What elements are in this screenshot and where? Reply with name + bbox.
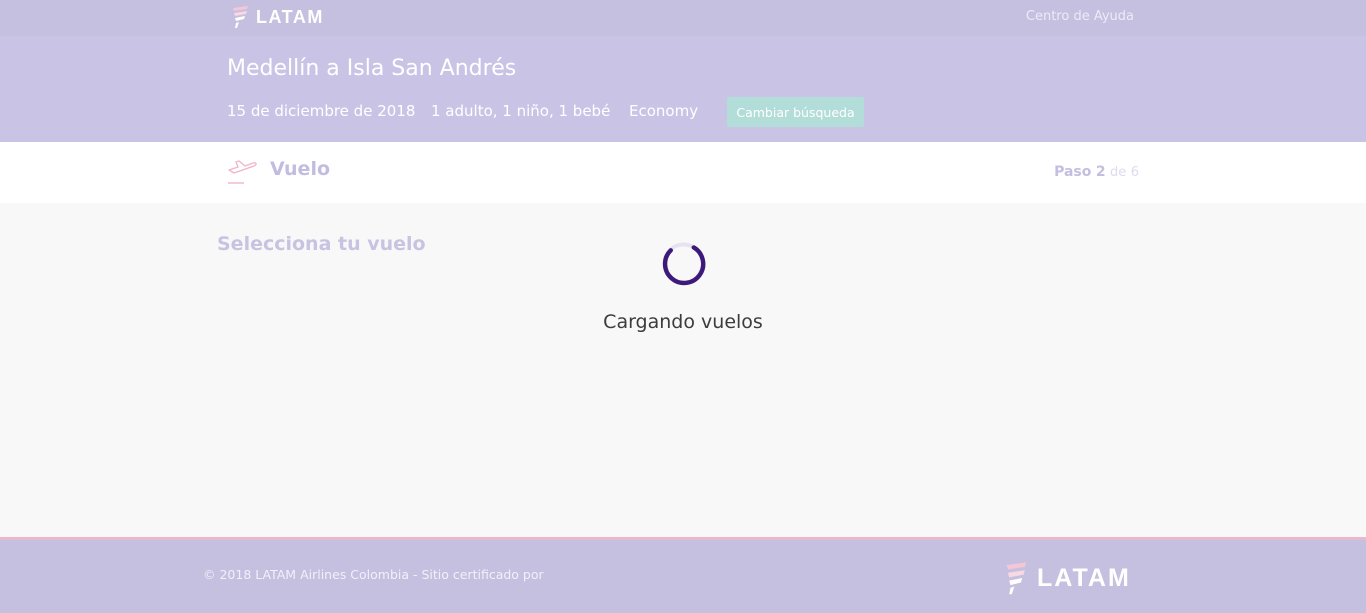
latam-logo[interactable]: LATAM [231,5,324,29]
step-of-label: de [1110,165,1127,180]
copyright-text: © 2018 LATAM Airlines Colombia - Sitio c… [203,567,544,582]
help-center-link[interactable]: Centro de Ayuda [1026,9,1134,24]
travel-date: 15 de diciembre de 2018 [227,102,416,120]
loading-spinner-icon [662,242,706,286]
step-current: 2 [1095,164,1106,180]
brand-wordmark: LATAM [256,6,324,27]
cabin-class: Economy [629,102,699,120]
passenger-count: 1 adulto, 1 niño, 1 bebé [431,102,611,120]
change-search-button[interactable]: Cambiar búsqueda [727,97,864,127]
step-total: 6 [1130,165,1139,180]
main-content: Selecciona tu vuelo Cargando vuelos [0,203,1366,537]
top-bar: LATAM Centro de Ayuda [0,0,1366,36]
step-progress: Paso 2 de 6 [1054,164,1139,180]
footer: © 2018 LATAM Airlines Colombia - Sitio c… [0,537,1366,613]
footer-latam-logo[interactable]: LATAM [1004,561,1131,595]
footer-brand-wordmark: LATAM [1037,563,1131,592]
route-title: Medellín a Isla San Andrés [227,56,517,81]
search-summary: Medellín a Isla San Andrés 15 de diciemb… [0,36,1366,142]
step-label: Paso [1054,164,1092,180]
plane-departure-icon [228,160,257,184]
select-flight-heading: Selecciona tu vuelo [217,233,426,255]
latam-logo-icon [233,6,248,28]
step-title: Vuelo [270,158,331,180]
step-bar: Vuelo Paso 2 de 6 [0,142,1366,203]
footer-logo-icon [1006,562,1027,595]
loading-message: Cargando vuelos [603,311,763,333]
